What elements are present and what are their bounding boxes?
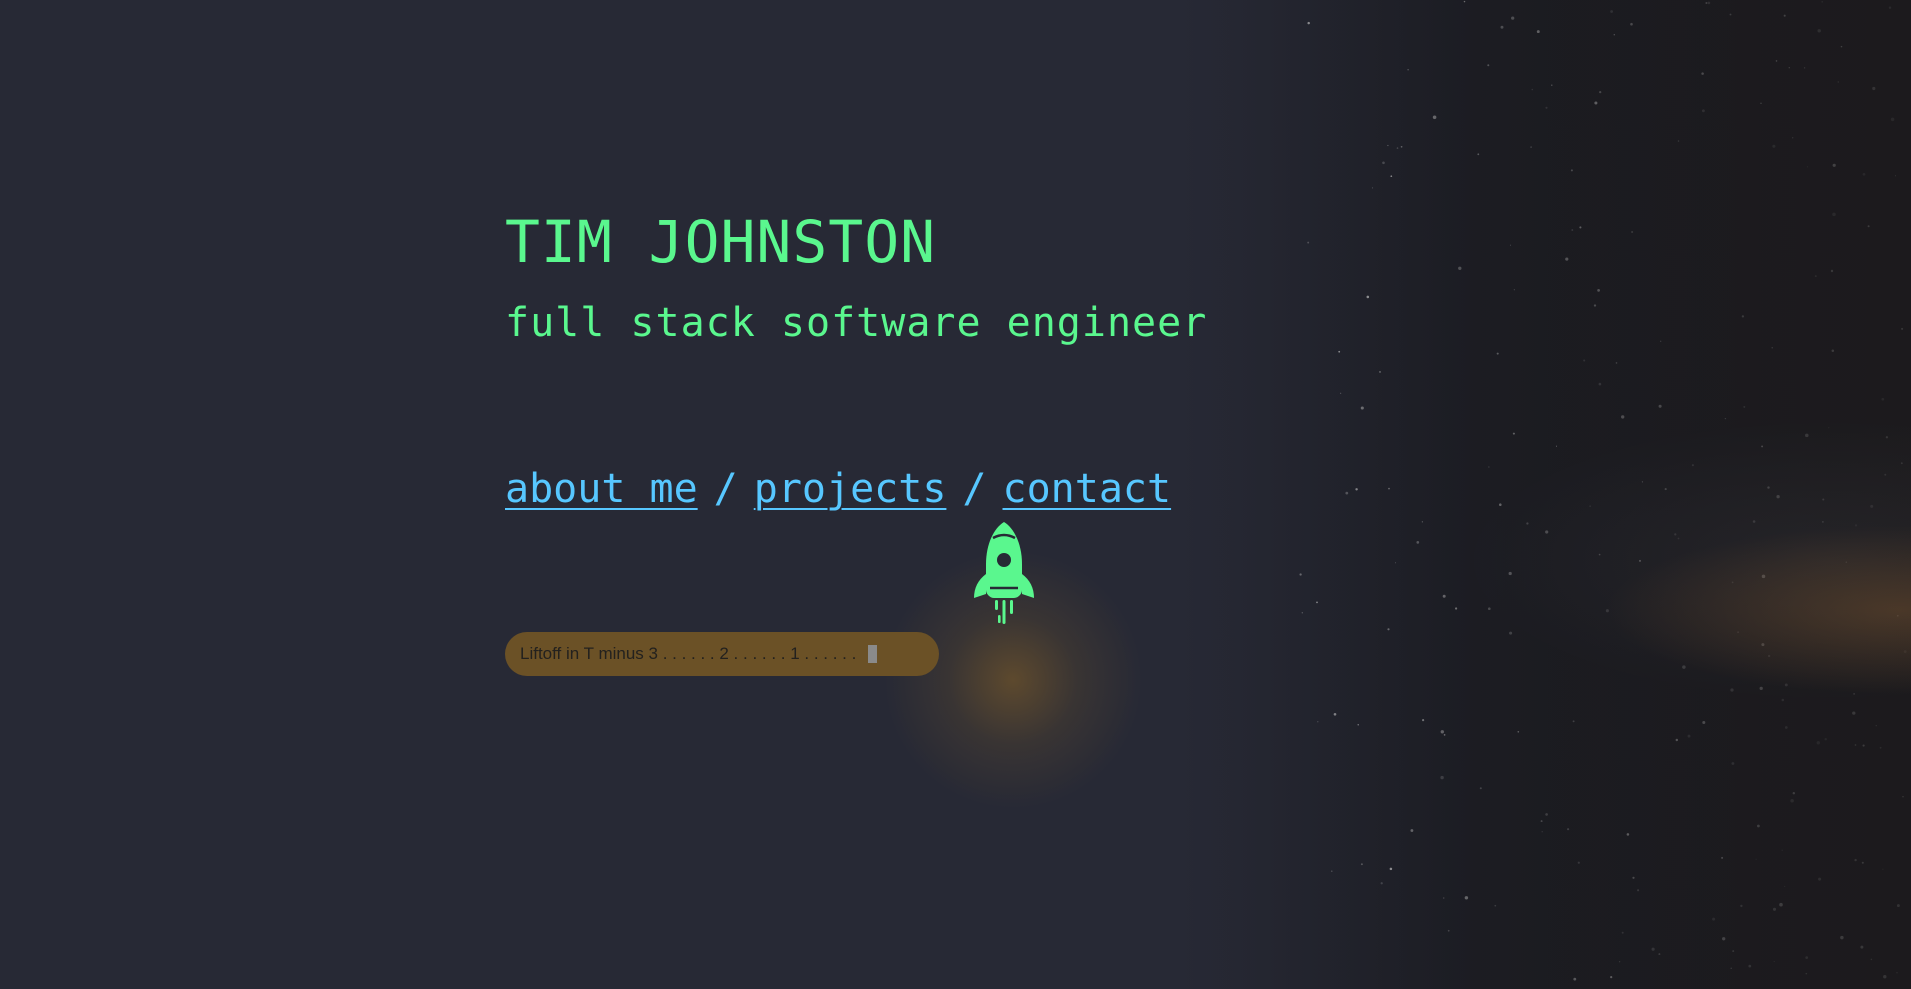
page-subtitle: full stack software engineer <box>505 300 1208 346</box>
text-cursor <box>868 645 878 663</box>
nav-link-about-me[interactable]: about me <box>505 466 698 512</box>
rocket-icon[interactable] <box>966 520 1042 636</box>
liftoff-area: Liftoff in T minus 3 . . . . . . 2 . . .… <box>505 514 1265 810</box>
nebula-glow <box>1180 0 1911 989</box>
nav-link-projects[interactable]: projects <box>754 466 947 512</box>
nav-separator: / <box>713 466 738 512</box>
page: TIM JOHNSTON full stack software enginee… <box>0 0 1911 989</box>
nav-separator: / <box>962 466 987 512</box>
liftoff-countdown[interactable]: Liftoff in T minus 3 . . . . . . 2 . . .… <box>505 632 939 676</box>
nav-link-contact[interactable]: contact <box>1003 466 1172 512</box>
main-nav: about me / projects / contact <box>505 464 1265 514</box>
page-title: TIM JOHNSTON <box>505 208 937 276</box>
liftoff-text: Liftoff in T minus 3 . . . . . . 2 . . .… <box>520 644 857 663</box>
hero: TIM JOHNSTON full stack software enginee… <box>505 200 1265 810</box>
